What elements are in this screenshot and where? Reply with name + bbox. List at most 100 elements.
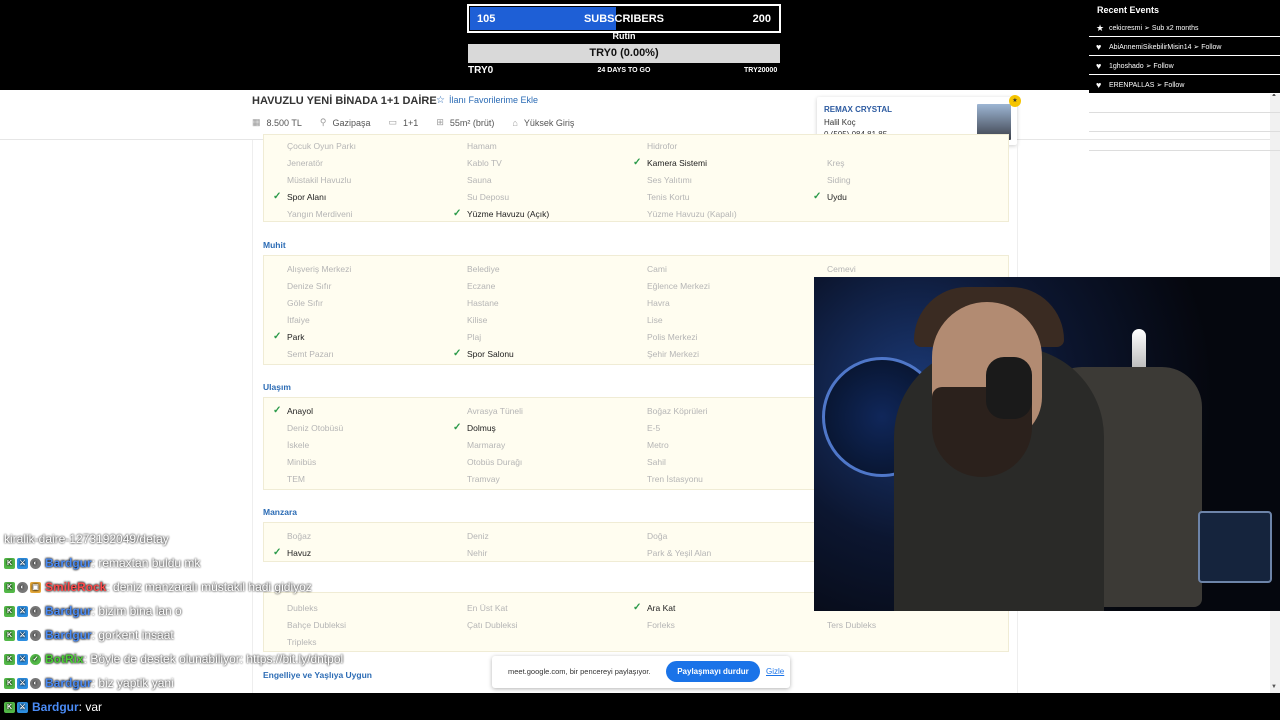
event-item-faded xyxy=(1089,115,1280,132)
feature-item-checked: ✓ Park xyxy=(273,331,305,342)
badge-icon: ★ xyxy=(1009,95,1021,107)
feature-item: Cami xyxy=(647,264,667,274)
feature-item-checked: ✓ Anayol xyxy=(273,405,313,416)
donation-goal-text: TRY0 (0.00%) xyxy=(589,47,659,59)
event-item: ★ cekicresmi ➢ Sub x2 months xyxy=(1089,20,1280,37)
feature-item: TEM xyxy=(287,474,305,484)
feature-item: Tren İstasyonu xyxy=(647,474,703,484)
feature-item-checked: ✓ Kamera Sistemi xyxy=(633,157,707,168)
listing-header: HAVUZLU YENİ BİNADA 1+1 DAİRE ☆ İlanı Fav… xyxy=(0,90,1270,145)
kick-badge-icon: K xyxy=(4,606,15,618)
feature-item: Sauna xyxy=(467,175,492,185)
agent-name: Halil Koç xyxy=(824,118,856,127)
feature-item: Su Deposu xyxy=(467,192,510,202)
event-item: ♥ 1ghoshado ➢ Follow xyxy=(1089,58,1280,75)
check-icon: ✓ xyxy=(453,422,462,433)
feature-item: Eczane xyxy=(467,281,496,291)
donation-goal-bar: TRY0 (0.00%) xyxy=(468,44,780,63)
feature-item: İtfaiye xyxy=(287,315,310,325)
location-pin-icon: ⚲ xyxy=(319,117,327,127)
price-icon: ▦ xyxy=(252,117,261,127)
feature-item: Boğaz Köprüleri xyxy=(647,406,708,416)
hide-link[interactable]: Gizle xyxy=(766,667,784,676)
section-title-manzara: Manzara xyxy=(263,507,298,517)
feature-item: İskele xyxy=(287,440,310,450)
check-icon: ✓ xyxy=(633,157,642,168)
event-item-faded xyxy=(1089,134,1280,151)
feature-item: Siding xyxy=(827,175,851,185)
check-icon: ✓ xyxy=(273,191,282,202)
section-title-muhit: Muhit xyxy=(263,240,286,250)
feature-item: Deniz Otobüsü xyxy=(287,423,344,433)
feature-item-checked: ✓ Uydu xyxy=(813,191,847,202)
feature-item: Kreş xyxy=(827,158,845,168)
feature-item: Forleks xyxy=(647,620,675,630)
area-item: ⊞ 55m² (brüt) xyxy=(436,117,495,128)
area-icon: ⊞ xyxy=(436,117,444,127)
feature-item: Kablo TV xyxy=(467,158,502,168)
chat-line: K ⚔ ◐ Bardgur: biz yaptik yani xyxy=(4,676,174,690)
chat-line: K ⚔ ◐ Bardgur: remaxtan buldu mk xyxy=(4,556,200,570)
screen-share-bar: meet.google.com, bir pencereyi paylaşıyo… xyxy=(492,656,790,688)
headset xyxy=(986,357,1032,419)
kick-badge-icon: K xyxy=(4,582,15,594)
check-icon: ✓ xyxy=(273,331,282,342)
feature-item: Plaj xyxy=(467,332,482,342)
location-item: ⚲ Gazipaşa xyxy=(319,117,371,128)
mod-badge-icon: ⚔ xyxy=(17,630,28,642)
chat-line: K ◐ ▣ SmileRock: deniz manzaralı müstakil h… xyxy=(4,580,312,594)
chat-line: kiralik-daire-1273192049/detay xyxy=(4,532,169,546)
price-item: ▦ 8.500 TL xyxy=(252,117,302,128)
kick-badge-icon: K xyxy=(4,654,15,666)
mod-badge-icon: ⚔ xyxy=(17,654,28,666)
features-box-top: Çocuk Oyun Parkı Hamam Hidrofor Jeneratö… xyxy=(263,134,1009,222)
feature-item: Eğlence Merkezi xyxy=(647,281,710,291)
mod-badge-icon: ⚔ xyxy=(17,558,28,570)
feature-item: Polis Merkezi xyxy=(647,332,698,342)
feature-item: Şehir Merkezi xyxy=(647,349,699,359)
verified-badge-icon: ◐ xyxy=(30,606,41,618)
feature-item: Sahil xyxy=(647,457,666,467)
chat-line: K ⚔ Bardgur: var xyxy=(4,700,102,714)
feature-item-checked: ✓ Spor Salonu xyxy=(453,348,514,359)
subscriber-goal-bar: 105 SUBSCRIBERS 200 xyxy=(467,4,781,33)
kick-badge-icon: K xyxy=(4,678,15,690)
feature-item: Avrasya Tüneli xyxy=(467,406,523,416)
feature-item: Çatı Dubleksi xyxy=(467,620,518,630)
listing-title: HAVUZLU YENİ BİNADA 1+1 DAİRE xyxy=(252,95,437,107)
verified-badge-icon: ◐ xyxy=(30,678,41,690)
feature-item: Nehir xyxy=(467,548,488,558)
chat-line: K ⚔ ◐ Bardgur: gorkent insaat xyxy=(4,628,174,642)
feature-item: En Üst Kat xyxy=(467,603,508,613)
feature-item: Havra xyxy=(647,298,670,308)
feature-item: Belediye xyxy=(467,264,500,274)
feature-item: Minibüs xyxy=(287,457,317,467)
sub-badge-icon: ▣ xyxy=(30,582,41,594)
recent-events-panel: Recent Events ★ cekicresmi ➢ Sub x2 month… xyxy=(1089,0,1280,160)
feature-item: Ters Dubleks xyxy=(827,620,877,630)
feature-item: Kilise xyxy=(467,315,488,325)
feature-item: Park & Yeşil Alan xyxy=(647,548,712,558)
feature-item-checked: ✓ Spor Alanı xyxy=(273,191,327,202)
donation-goal-end: TRY20000 xyxy=(744,67,778,74)
add-favorite-link[interactable]: ☆ İlanı Favorilerime Ekle xyxy=(436,95,538,106)
heart-icon: ♥ xyxy=(1096,42,1102,52)
scroll-down-icon[interactable]: ▼ xyxy=(1271,684,1277,690)
rooms-item: ▭ 1+1 xyxy=(388,117,419,128)
share-message: meet.google.com, bir pencereyi paylaşıyo… xyxy=(508,667,651,676)
feature-item: Hidrofor xyxy=(647,141,678,151)
feature-item: Alışveriş Merkezi xyxy=(287,264,352,274)
verified-badge-icon: ◐ xyxy=(17,582,28,594)
feature-item: Hamam xyxy=(467,141,497,151)
bot-badge-icon: ✓ xyxy=(30,654,41,666)
feature-item: Jeneratör xyxy=(287,158,323,168)
stop-sharing-button[interactable]: Paylaşmayı durdur xyxy=(666,661,760,682)
feature-item: Semt Pazarı xyxy=(287,349,334,359)
check-icon: ✓ xyxy=(453,348,462,359)
webcam-feed xyxy=(814,277,1280,611)
feature-item: Ses Yalıtımı xyxy=(647,175,693,185)
event-item-faded xyxy=(1089,96,1280,113)
lamp xyxy=(1132,329,1146,369)
feature-item: Doğa xyxy=(647,531,668,541)
feature-item: Tenis Kortu xyxy=(647,192,690,202)
